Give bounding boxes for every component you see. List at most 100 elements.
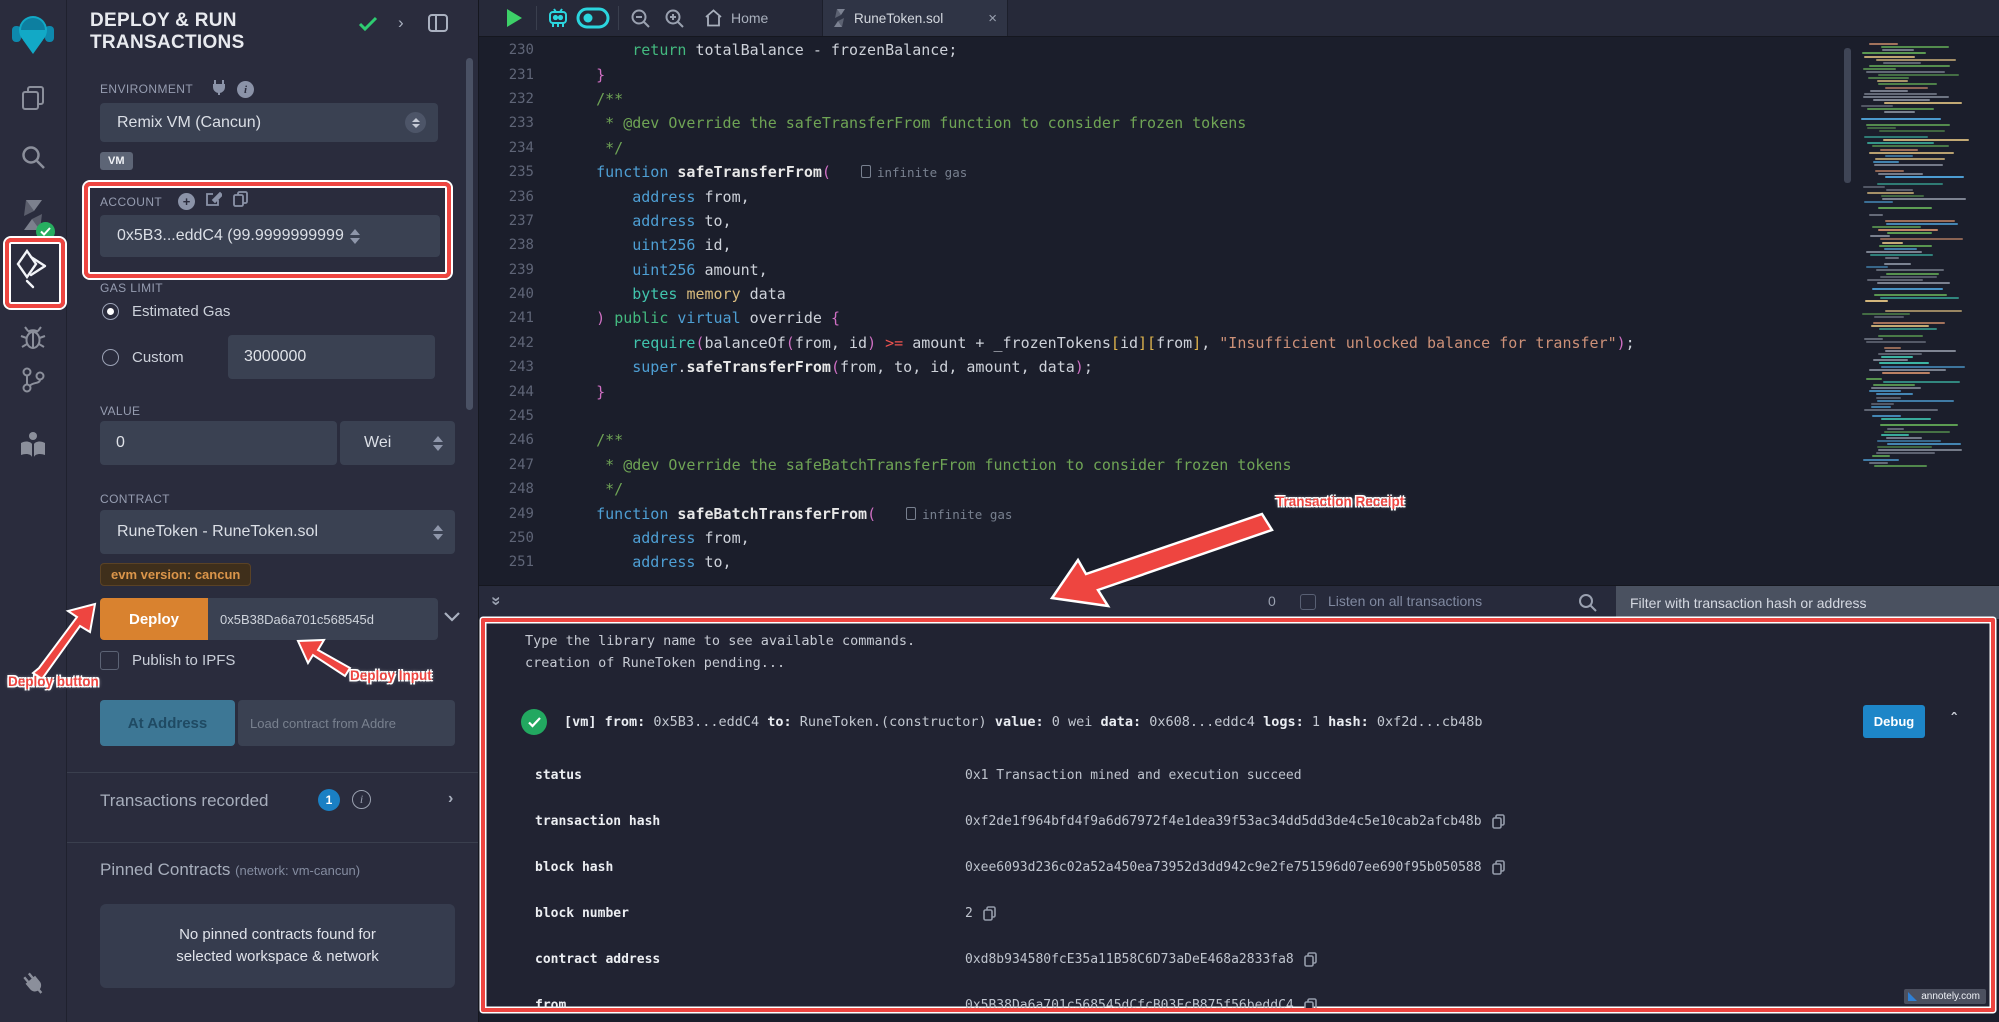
terminal-search-icon[interactable] xyxy=(1578,593,1597,617)
pinned-empty-message: No pinned contracts found for selected w… xyxy=(100,904,455,988)
panel-scrollbar[interactable] xyxy=(466,58,473,410)
code-line[interactable]: 240 bytes memory data xyxy=(478,282,1999,306)
tab-close-icon[interactable]: × xyxy=(988,10,997,27)
terminal-expand-icon[interactable]: » xyxy=(487,596,507,605)
at-address-button[interactable]: At Address xyxy=(100,700,235,746)
copilot-toggle-icon[interactable] xyxy=(576,0,610,36)
value-unit-stepper-icon[interactable] xyxy=(433,436,443,451)
code-line[interactable]: 241 ) public virtual override { xyxy=(478,306,1999,330)
estimated-gas-radio[interactable] xyxy=(102,303,119,320)
code-line[interactable]: 239 uint256 amount, xyxy=(478,258,1999,282)
code-line[interactable]: 233 * @dev Override the safeTransferFrom… xyxy=(478,111,1999,135)
minimap-line xyxy=(1862,52,1925,54)
debug-button[interactable]: Debug xyxy=(1863,705,1925,738)
copy-icon[interactable] xyxy=(1492,814,1505,829)
minimap[interactable] xyxy=(1857,40,1965,470)
copy-icon[interactable] xyxy=(1492,860,1505,875)
minimap-line xyxy=(1864,201,1893,203)
deploy-input[interactable]: 0x5B38Da6a701c568545d xyxy=(208,598,438,640)
transactions-info-icon[interactable]: i xyxy=(352,790,371,809)
environment-stepper-icon[interactable] xyxy=(405,112,426,133)
code-line[interactable]: 243 super.safeTransferFrom(from, to, id,… xyxy=(478,355,1999,379)
transaction-summary-row[interactable]: [vm] from: 0x5B3...eddC4 to: RuneToken.(… xyxy=(499,700,1977,744)
deploy-run-icon[interactable] xyxy=(0,247,66,291)
git-branch-icon[interactable] xyxy=(0,366,66,394)
listen-all-checkbox[interactable] xyxy=(1300,594,1316,610)
environment-info-icon[interactable]: i xyxy=(237,81,254,98)
deploy-expand-chevron-icon[interactable] xyxy=(444,609,460,627)
search-icon[interactable] xyxy=(0,144,66,171)
transactions-expand-icon[interactable]: › xyxy=(448,790,453,808)
minimap-line xyxy=(1874,465,1927,467)
plugin-manager-icon[interactable] xyxy=(0,968,66,998)
minimap-line xyxy=(1871,403,1894,405)
editor-scrollbar[interactable] xyxy=(1844,48,1851,183)
custom-gas-radio[interactable] xyxy=(102,349,119,366)
debugger-icon[interactable] xyxy=(0,324,66,352)
panel-expand-icon[interactable]: › xyxy=(398,13,404,33)
deploy-button[interactable]: Deploy xyxy=(100,598,208,640)
code-line[interactable]: 238 uint256 id, xyxy=(478,233,1999,257)
code-line[interactable]: 244 } xyxy=(478,379,1999,403)
copy-icon[interactable] xyxy=(1304,952,1317,967)
run-script-icon[interactable] xyxy=(505,0,523,36)
code-line[interactable]: 232 /** xyxy=(478,87,1999,111)
terminal-output[interactable]: Type the library name to see available c… xyxy=(481,618,1995,1012)
solidity-compiler-icon[interactable] xyxy=(0,198,66,232)
copy-icon[interactable] xyxy=(1304,998,1317,1013)
ai-assistant-icon[interactable] xyxy=(546,0,570,36)
remix-logo-icon[interactable] xyxy=(0,10,66,56)
add-account-icon[interactable]: + xyxy=(178,193,195,210)
minimap-line xyxy=(1869,462,1888,464)
code-line[interactable]: 250 address from, xyxy=(478,526,1999,550)
custom-gas-input[interactable]: 3000000 xyxy=(228,335,435,379)
receipt-row-value: 0x5B38Da6a701c568545dCfcB03FcB875f56bedd… xyxy=(965,998,1317,1013)
deploy-button-annotation-label: Deploy button xyxy=(8,674,99,689)
copy-icon[interactable] xyxy=(983,906,996,921)
code-line[interactable]: 242 require(balanceOf(from, id) >= amoun… xyxy=(478,331,1999,355)
fork-plug-icon[interactable] xyxy=(212,79,226,100)
account-select[interactable]: 0x5B3...eddC4 (99.9999999999 xyxy=(100,215,440,257)
pinned-contracts-label: Pinned Contracts (network: vm-cancun) xyxy=(100,860,360,880)
minimap-line xyxy=(1878,449,1962,451)
collapse-receipt-icon[interactable]: ˆ xyxy=(1949,710,1959,729)
code-text: ) public virtual override { xyxy=(560,309,840,327)
minimap-line xyxy=(1885,350,1956,352)
code-line[interactable]: 234 */ xyxy=(478,136,1999,160)
tab-runetoken-sol[interactable]: RuneToken.sol × xyxy=(822,0,1008,36)
code-line[interactable]: 246 /** xyxy=(478,428,1999,452)
copy-account-icon[interactable] xyxy=(233,191,248,212)
home-tab[interactable]: Home xyxy=(704,0,768,36)
code-line[interactable]: 245 xyxy=(478,404,1999,428)
edit-account-icon[interactable] xyxy=(206,191,222,212)
code-line[interactable]: 235 function safeTransferFrom(infinite g… xyxy=(478,160,1999,184)
zoom-in-icon[interactable] xyxy=(664,0,685,36)
code-line[interactable]: 231 } xyxy=(478,62,1999,86)
value-unit-select[interactable]: Wei xyxy=(340,421,455,465)
account-stepper-icon[interactable] xyxy=(350,229,360,244)
code-editor[interactable]: 230 return totalBalance - frozenBalance;… xyxy=(478,36,1999,585)
code-line[interactable]: 249 function safeBatchTransferFrom(infin… xyxy=(478,501,1999,525)
code-line[interactable]: 237 address to, xyxy=(478,209,1999,233)
minimap-line xyxy=(1886,189,1914,191)
value-input[interactable]: 0 xyxy=(100,421,337,465)
terminal-filter-input[interactable]: Filter with transaction hash or address xyxy=(1616,586,1999,619)
environment-select[interactable]: Remix VM (Cancun) xyxy=(100,103,438,142)
zoom-out-icon[interactable] xyxy=(630,0,651,36)
line-number: 239 xyxy=(478,262,560,278)
learn-icon[interactable] xyxy=(0,430,66,460)
contract-stepper-icon[interactable] xyxy=(433,525,443,540)
code-line[interactable]: 236 address from, xyxy=(478,184,1999,208)
contract-select[interactable]: RuneToken - RuneToken.sol xyxy=(100,510,455,554)
panel-layout-icon[interactable] xyxy=(428,14,448,37)
code-line[interactable]: 248 */ xyxy=(478,477,1999,501)
terminal-log-line: Type the library name to see available c… xyxy=(525,630,1991,652)
at-address-input[interactable]: Load contract from Addre xyxy=(238,700,455,746)
code-line[interactable]: 251 address to, xyxy=(478,550,1999,574)
file-explorer-icon[interactable] xyxy=(0,84,66,112)
pinned-empty-line2: selected workspace & network xyxy=(100,946,455,968)
code-line[interactable]: 230 return totalBalance - frozenBalance; xyxy=(478,38,1999,62)
minimap-line xyxy=(1877,282,1950,284)
publish-ipfs-checkbox[interactable] xyxy=(100,651,119,670)
code-line[interactable]: 247 * @dev Override the safeBatchTransfe… xyxy=(478,453,1999,477)
